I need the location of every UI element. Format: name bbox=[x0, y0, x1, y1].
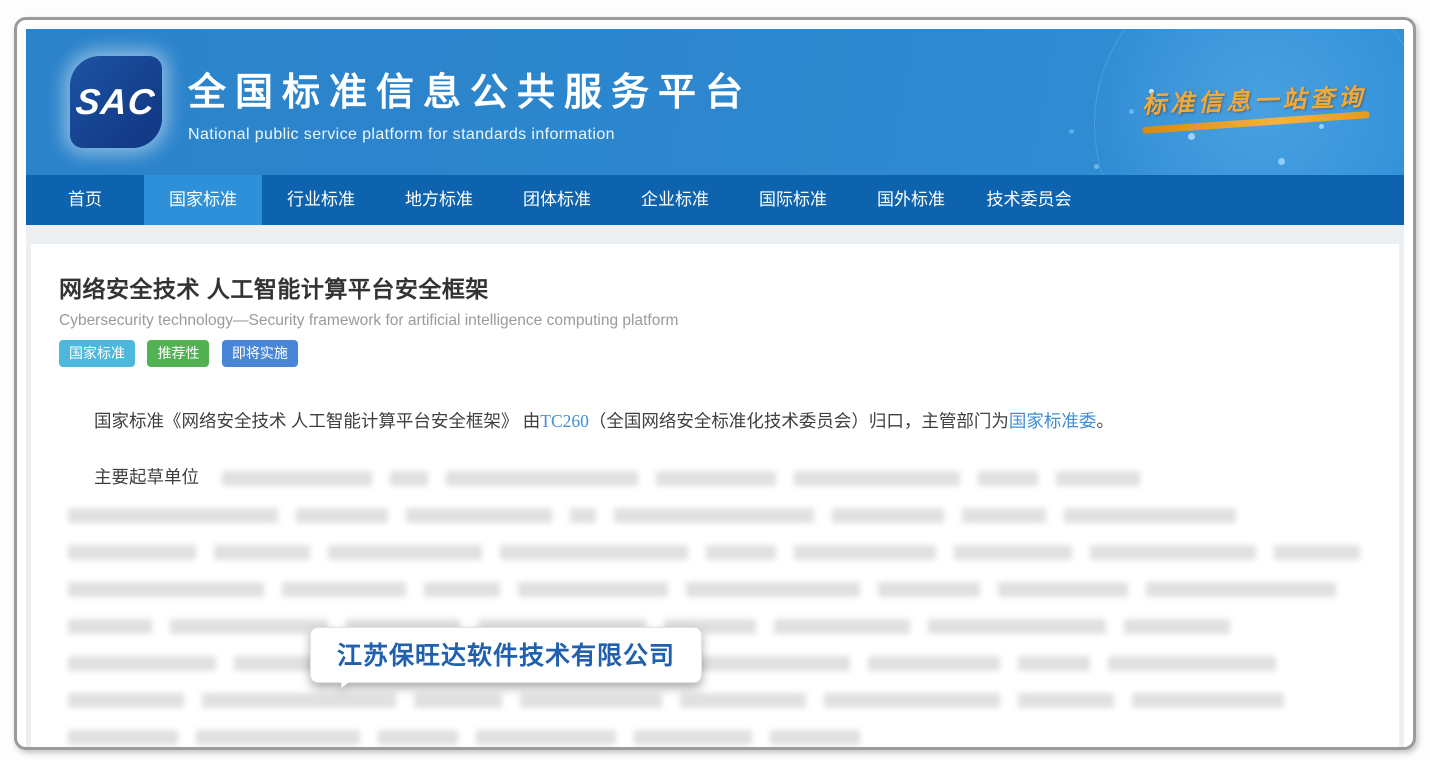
standard-detail-card: 网络安全技术 人工智能计算平台安全框架 Cybersecurity techno… bbox=[31, 244, 1399, 750]
redacted-text-chunk bbox=[328, 545, 482, 560]
redacted-text-chunk bbox=[614, 508, 814, 523]
redacted-text-chunk bbox=[868, 656, 1000, 671]
redacted-drafters-list bbox=[59, 467, 1369, 746]
redacted-text-chunk bbox=[68, 693, 184, 708]
summary-suffix: 。 bbox=[1096, 411, 1114, 431]
sac-logo-text: SAC bbox=[74, 81, 157, 123]
redacted-text-chunk bbox=[656, 471, 776, 486]
redacted-text-chunk bbox=[476, 730, 616, 745]
nav-item-technical-committees[interactable]: 技术委员会 bbox=[970, 175, 1088, 225]
redacted-text-chunk bbox=[282, 582, 406, 597]
redacted-text-chunk bbox=[68, 656, 216, 671]
badge-upcoming-implementation: 即将实施 bbox=[222, 340, 298, 367]
highlighted-drafter-callout: 江苏保旺达软件技术有限公司 bbox=[310, 627, 702, 683]
redacted-text-chunk bbox=[68, 508, 278, 523]
dept-link[interactable]: 国家标准委 bbox=[1009, 411, 1097, 431]
redacted-text-chunk bbox=[196, 730, 360, 745]
redacted-text-chunk bbox=[774, 619, 910, 634]
redacted-text-chunk bbox=[794, 545, 936, 560]
nav-item-enterprise-standards[interactable]: 企业标准 bbox=[616, 175, 734, 225]
redacted-text-chunk bbox=[690, 656, 850, 671]
nav-item-national-standards[interactable]: 国家标准 bbox=[144, 175, 262, 225]
redacted-text-chunk bbox=[520, 693, 662, 708]
redacted-text-chunk bbox=[390, 471, 428, 486]
nav-item-group-standards[interactable]: 团体标准 bbox=[498, 175, 616, 225]
redacted-text-chunk bbox=[686, 582, 860, 597]
redacted-text-chunk bbox=[518, 582, 668, 597]
redacted-text-chunk bbox=[998, 582, 1128, 597]
content-background: 网络安全技术 人工智能计算平台安全框架 Cybersecurity techno… bbox=[26, 225, 1404, 750]
screenshot-frame: SAC 全国标准信息公共服务平台 National public service… bbox=[14, 17, 1416, 750]
standard-title-english: Cybersecurity technology—Security framew… bbox=[59, 312, 1371, 330]
sac-logo[interactable]: SAC bbox=[70, 56, 162, 148]
redacted-text-chunk bbox=[954, 545, 1072, 560]
brand-text: 全国标准信息公共服务平台 National public service pla… bbox=[188, 61, 752, 144]
summary-middle: （全国网络安全标准化技术委员会）归口，主管部门为 bbox=[589, 411, 1009, 431]
redacted-text-chunk bbox=[406, 508, 552, 523]
redacted-text-chunk bbox=[1056, 471, 1140, 486]
redacted-text-chunk bbox=[770, 730, 860, 745]
redacted-text-chunk bbox=[378, 730, 458, 745]
redacted-text-chunk bbox=[1146, 582, 1336, 597]
badge-row: 国家标准 推荐性 即将实施 bbox=[59, 340, 1371, 367]
drafters-label: 主要起草单位 bbox=[94, 467, 199, 487]
nav-item-industry-standards[interactable]: 行业标准 bbox=[262, 175, 380, 225]
redacted-text-chunk bbox=[202, 693, 396, 708]
redacted-text-chunk bbox=[824, 693, 1000, 708]
badge-recommended: 推荐性 bbox=[147, 340, 209, 367]
redacted-text-chunk bbox=[794, 471, 960, 486]
redacted-text-chunk bbox=[1274, 545, 1360, 560]
badge-national-standard: 国家标准 bbox=[59, 340, 135, 367]
redacted-text-chunk bbox=[446, 471, 638, 486]
main-navigation: 首页 国家标准 行业标准 地方标准 团体标准 企业标准 国际标准 国外标准 技术… bbox=[26, 175, 1404, 225]
redacted-text-chunk bbox=[500, 545, 688, 560]
redacted-text-chunk bbox=[1108, 656, 1276, 671]
redacted-text-chunk bbox=[1018, 656, 1090, 671]
redacted-text-chunk bbox=[222, 471, 372, 486]
redacted-text-chunk bbox=[1018, 693, 1114, 708]
site-title-english: National public service platform for sta… bbox=[188, 126, 752, 144]
redacted-text-chunk bbox=[706, 545, 776, 560]
site-title: 全国标准信息公共服务平台 bbox=[188, 61, 752, 116]
redacted-text-chunk bbox=[414, 693, 502, 708]
redacted-text-chunk bbox=[68, 582, 264, 597]
drafters-section: 主要起草单位 江苏保旺达软件技术有限公司 bbox=[59, 459, 1371, 750]
redacted-text-chunk bbox=[570, 508, 596, 523]
redacted-text-chunk bbox=[1124, 619, 1230, 634]
nav-item-home[interactable]: 首页 bbox=[26, 175, 144, 225]
nav-item-local-standards[interactable]: 地方标准 bbox=[380, 175, 498, 225]
redacted-text-chunk bbox=[634, 730, 752, 745]
redacted-text-chunk bbox=[878, 582, 980, 597]
site-header: SAC 全国标准信息公共服务平台 National public service… bbox=[26, 29, 1404, 175]
redacted-text-chunk bbox=[832, 508, 944, 523]
redacted-text-chunk bbox=[68, 730, 178, 745]
redacted-text-chunk bbox=[68, 545, 196, 560]
redacted-text-chunk bbox=[1064, 508, 1236, 523]
redacted-text-chunk bbox=[214, 545, 310, 560]
nav-item-foreign-standards[interactable]: 国外标准 bbox=[852, 175, 970, 225]
nav-item-international-standards[interactable]: 国际标准 bbox=[734, 175, 852, 225]
redacted-text-chunk bbox=[680, 693, 806, 708]
redacted-text-chunk bbox=[978, 471, 1038, 486]
redacted-text-chunk bbox=[962, 508, 1046, 523]
redacted-text-chunk bbox=[1090, 545, 1256, 560]
redacted-text-chunk bbox=[68, 619, 152, 634]
redacted-text-chunk bbox=[296, 508, 388, 523]
tc260-link[interactable]: TC260 bbox=[540, 411, 589, 431]
redacted-text-chunk bbox=[424, 582, 500, 597]
redacted-text-chunk bbox=[928, 619, 1106, 634]
summary-prefix: 国家标准《网络安全技术 人工智能计算平台安全框架》 由 bbox=[94, 411, 540, 431]
standard-summary: 国家标准《网络安全技术 人工智能计算平台安全框架》 由TC260（全国网络安全标… bbox=[59, 407, 1371, 435]
standard-title: 网络安全技术 人工智能计算平台安全框架 bbox=[59, 270, 1371, 304]
redacted-text-chunk bbox=[1132, 693, 1284, 708]
redacted-text-chunk bbox=[170, 619, 328, 634]
